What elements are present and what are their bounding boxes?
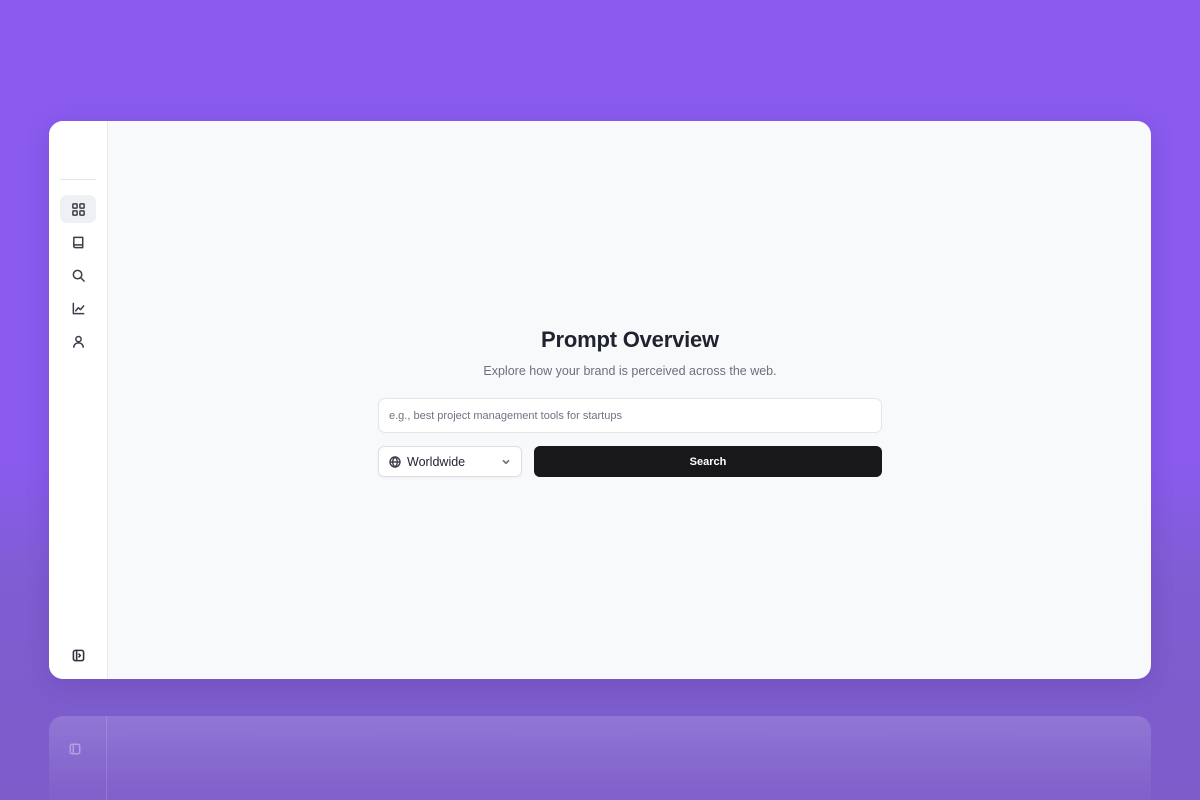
page-title: Prompt Overview xyxy=(541,327,719,352)
main-content: Prompt Overview Explore how your brand i… xyxy=(108,121,1151,679)
sidebar-item-analytics[interactable] xyxy=(60,294,96,322)
book-icon xyxy=(72,236,83,248)
search-panel: Prompt Overview Explore how your brand i… xyxy=(378,327,882,477)
sidebar-item-profile[interactable] xyxy=(60,327,96,355)
page-subtitle: Explore how your brand is perceived acro… xyxy=(483,364,777,378)
search-icon xyxy=(72,269,85,282)
sidebar-toggle-reflection-icon xyxy=(69,743,81,755)
search-controls: Worldwide Search xyxy=(378,446,882,477)
sidebar-toggle-button[interactable] xyxy=(60,641,96,669)
app-window: Prompt Overview Explore how your brand i… xyxy=(49,121,1151,679)
sidebar xyxy=(49,121,108,679)
grid-icon xyxy=(71,202,85,216)
sidebar-item-search[interactable] xyxy=(60,261,96,289)
sidebar-divider xyxy=(60,179,96,180)
globe-icon xyxy=(389,455,401,468)
region-select-value: Worldwide xyxy=(407,454,466,469)
user-icon xyxy=(72,335,84,348)
region-select[interactable]: Worldwide xyxy=(378,446,522,477)
sidebar-toggle-icon xyxy=(72,649,84,661)
reflection-sidebar xyxy=(49,716,107,800)
chevron-down-icon xyxy=(502,459,510,464)
window-reflection xyxy=(49,716,1151,800)
search-button[interactable]: Search xyxy=(534,446,882,477)
sidebar-item-dashboard[interactable] xyxy=(60,195,96,223)
line-chart-icon xyxy=(72,302,84,314)
sidebar-item-library[interactable] xyxy=(60,228,96,256)
prompt-search-input[interactable] xyxy=(378,398,882,433)
